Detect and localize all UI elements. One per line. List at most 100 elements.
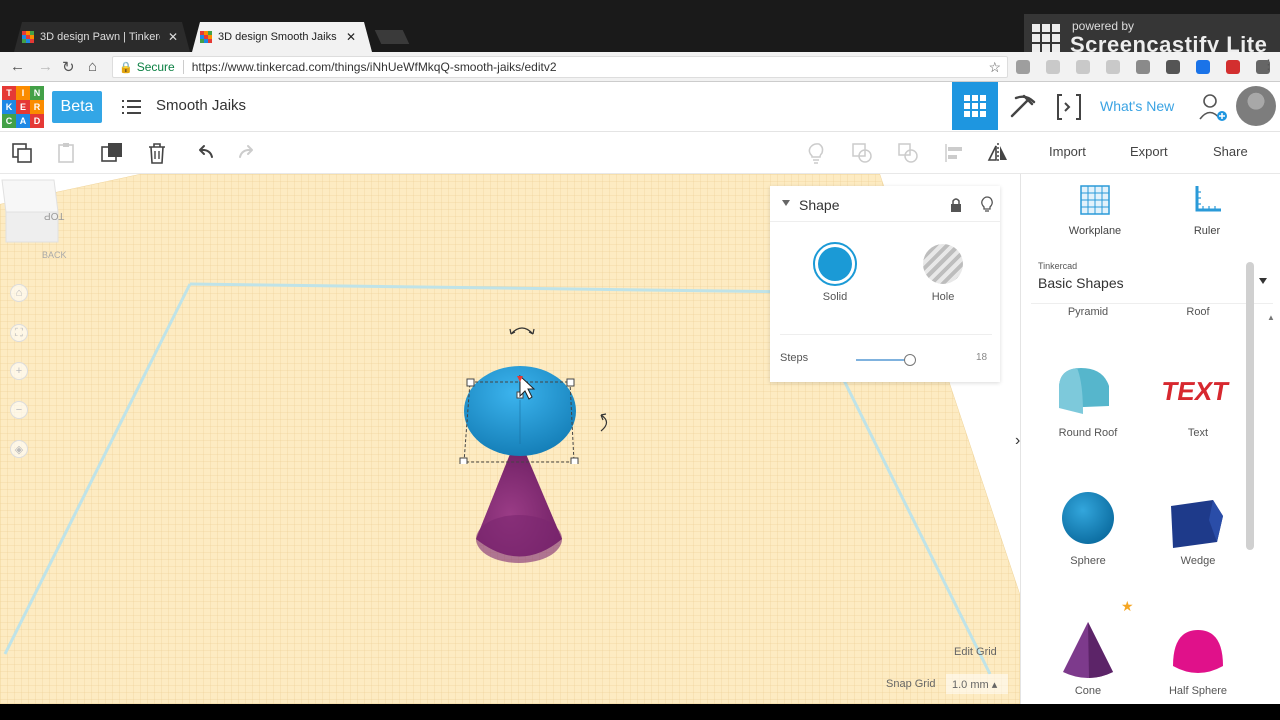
shape-item-round-roof[interactable]: Round Roof <box>1038 362 1138 439</box>
selected-blue-shape[interactable] <box>448 354 628 464</box>
powered-by-text: powered by <box>1072 19 1135 33</box>
logo-letter: T <box>2 86 16 100</box>
rotate-handle-icon[interactable] <box>508 322 536 338</box>
shape-library-select[interactable]: Tinkercad Basic Shapes <box>1031 254 1273 304</box>
steps-slider-knob[interactable] <box>904 354 917 366</box>
add-user-icon[interactable] <box>1198 92 1228 122</box>
collapse-caret-icon[interactable] <box>782 200 790 206</box>
hole-swatch[interactable] <box>923 244 963 284</box>
url-field[interactable]: 🔒 Secure https://www.tinkercad.com/thing… <box>112 56 1008 78</box>
tab-pawn[interactable]: 3D design Pawn | Tinkerc ✕ <box>14 22 190 52</box>
perspective-icon[interactable]: ◈ <box>10 440 28 458</box>
screencastify-logo-icon <box>1032 24 1062 52</box>
divider <box>182 60 184 74</box>
shape-item-sphere[interactable]: Sphere <box>1038 490 1138 567</box>
snap-grid-label: Snap Grid <box>886 678 936 690</box>
shape-item-cone[interactable]: Cone <box>1038 620 1138 697</box>
solid-color-swatch[interactable] <box>813 242 857 286</box>
browser-extension-icon[interactable] <box>1226 60 1240 74</box>
zoom-in-icon[interactable]: + <box>10 362 28 380</box>
shape-item-roof[interactable]: Roof <box>1148 306 1248 318</box>
shape-label: Half Sphere <box>1168 685 1228 697</box>
shape-label: Wedge <box>1180 555 1216 567</box>
shape-label: Cone <box>1074 685 1102 697</box>
favorite-star-icon[interactable]: ★ <box>1121 598 1134 615</box>
browser-extension-icon[interactable] <box>1166 60 1180 74</box>
home-icon[interactable]: ⌂ <box>88 58 97 75</box>
steps-slider[interactable] <box>856 354 917 366</box>
browser-extension-icon[interactable] <box>1196 60 1210 74</box>
text-shape-icon: TEXT <box>1159 376 1231 406</box>
copy-icon[interactable] <box>10 141 34 165</box>
shape-item-pyramid[interactable]: Pyramid <box>1038 306 1138 318</box>
edit-grid-button[interactable]: Edit Grid <box>954 646 997 658</box>
tab-title: 3D design Smooth Jaiks <box>218 31 337 43</box>
hole-label: Hole <box>931 291 955 303</box>
browser-extension-icon[interactable] <box>1016 60 1030 74</box>
pickaxe-icon[interactable] <box>1006 92 1038 122</box>
3d-design-view-button[interactable] <box>952 82 998 130</box>
export-button[interactable]: Export <box>1130 144 1168 159</box>
mirror-icon[interactable] <box>986 141 1010 165</box>
workplane-icon <box>1080 185 1110 215</box>
secure-label: Secure <box>136 60 175 74</box>
shapes-panel-scrollbar[interactable] <box>1246 262 1254 550</box>
logo-letter: I <box>16 86 30 100</box>
workplane-tool[interactable]: Workplane <box>1055 184 1135 237</box>
ungroup-icon[interactable] <box>896 141 920 165</box>
delete-icon[interactable] <box>145 141 169 165</box>
grid-view-icon <box>964 95 986 117</box>
tab-smooth-jaiks[interactable]: 3D design Smooth Jaiks ✕ <box>192 22 372 52</box>
fit-view-icon[interactable]: ⛶ <box>10 324 28 342</box>
tinkercad-header: TINKERCAD Beta Smooth Jaiks What's New <box>0 82 1280 132</box>
duplicate-icon[interactable] <box>100 141 124 165</box>
snap-grid-select[interactable]: 1.0 mm ▴ <box>946 674 1008 694</box>
close-tab-icon[interactable]: ✕ <box>168 30 178 44</box>
browser-extension-icon[interactable] <box>1106 60 1120 74</box>
code-blocks-icon[interactable] <box>1054 92 1084 122</box>
align-icon[interactable] <box>942 141 966 165</box>
design-list-icon[interactable] <box>122 98 142 116</box>
new-tab-button[interactable] <box>374 30 410 44</box>
wedge-icon <box>1171 500 1223 548</box>
divider <box>780 334 992 335</box>
shapes-panel: Workplane Ruler Tinkercad Basic Shapes ▲… <box>1020 174 1280 704</box>
logo-letter: K <box>2 100 16 114</box>
ruler-tool[interactable]: Ruler <box>1167 184 1247 237</box>
browser-menu-icon[interactable]: ⋮ <box>1262 57 1276 72</box>
browser-extension-icon[interactable] <box>1136 60 1150 74</box>
tinkercad-logo[interactable]: TINKERCAD <box>2 86 44 128</box>
browser-extension-icon[interactable] <box>1046 60 1060 74</box>
logo-letter: E <box>16 100 30 114</box>
paste-icon[interactable] <box>54 141 78 165</box>
ruler-label: Ruler <box>1193 225 1221 237</box>
light-bulb-icon[interactable] <box>804 141 828 165</box>
import-button[interactable]: Import <box>1049 144 1086 159</box>
group-icon[interactable] <box>850 141 874 165</box>
screen-bottom-edge <box>0 704 1280 720</box>
design-title[interactable]: Smooth Jaiks <box>156 97 246 114</box>
share-button[interactable]: Share <box>1213 144 1248 159</box>
shape-item-half-sphere[interactable]: Half Sphere <box>1148 620 1248 697</box>
reload-icon[interactable]: ↻ <box>62 58 75 76</box>
scroll-up-arrow-icon[interactable]: ▲ <box>1267 313 1275 322</box>
avatar[interactable] <box>1236 86 1276 126</box>
logo-letter: D <box>30 114 44 128</box>
bookmark-star-icon[interactable]: ☆ <box>988 59 1001 76</box>
shape-item-text[interactable]: TEXT Text <box>1148 362 1248 439</box>
back-arrow-icon[interactable]: ← <box>10 58 25 75</box>
shape-item-wedge[interactable]: Wedge <box>1148 490 1248 567</box>
shape-label: Round Roof <box>1058 427 1118 439</box>
zoom-out-icon[interactable]: − <box>10 401 28 419</box>
rotate-handle-icon[interactable] <box>596 412 614 434</box>
undo-icon[interactable] <box>192 141 216 165</box>
lock-icon[interactable] <box>949 197 963 213</box>
address-bar-row: ← → ↻ ⌂ 🔒 Secure https://www.tinkercad.c… <box>0 52 1280 82</box>
close-tab-icon[interactable]: ✕ <box>346 30 356 44</box>
whats-new-link[interactable]: What's New <box>1100 98 1174 114</box>
light-bulb-icon[interactable] <box>980 196 994 214</box>
home-view-icon[interactable]: ⌂ <box>10 284 28 302</box>
forward-arrow-icon[interactable]: → <box>38 58 53 75</box>
redo-icon[interactable] <box>236 141 260 165</box>
browser-extension-icon[interactable] <box>1076 60 1090 74</box>
